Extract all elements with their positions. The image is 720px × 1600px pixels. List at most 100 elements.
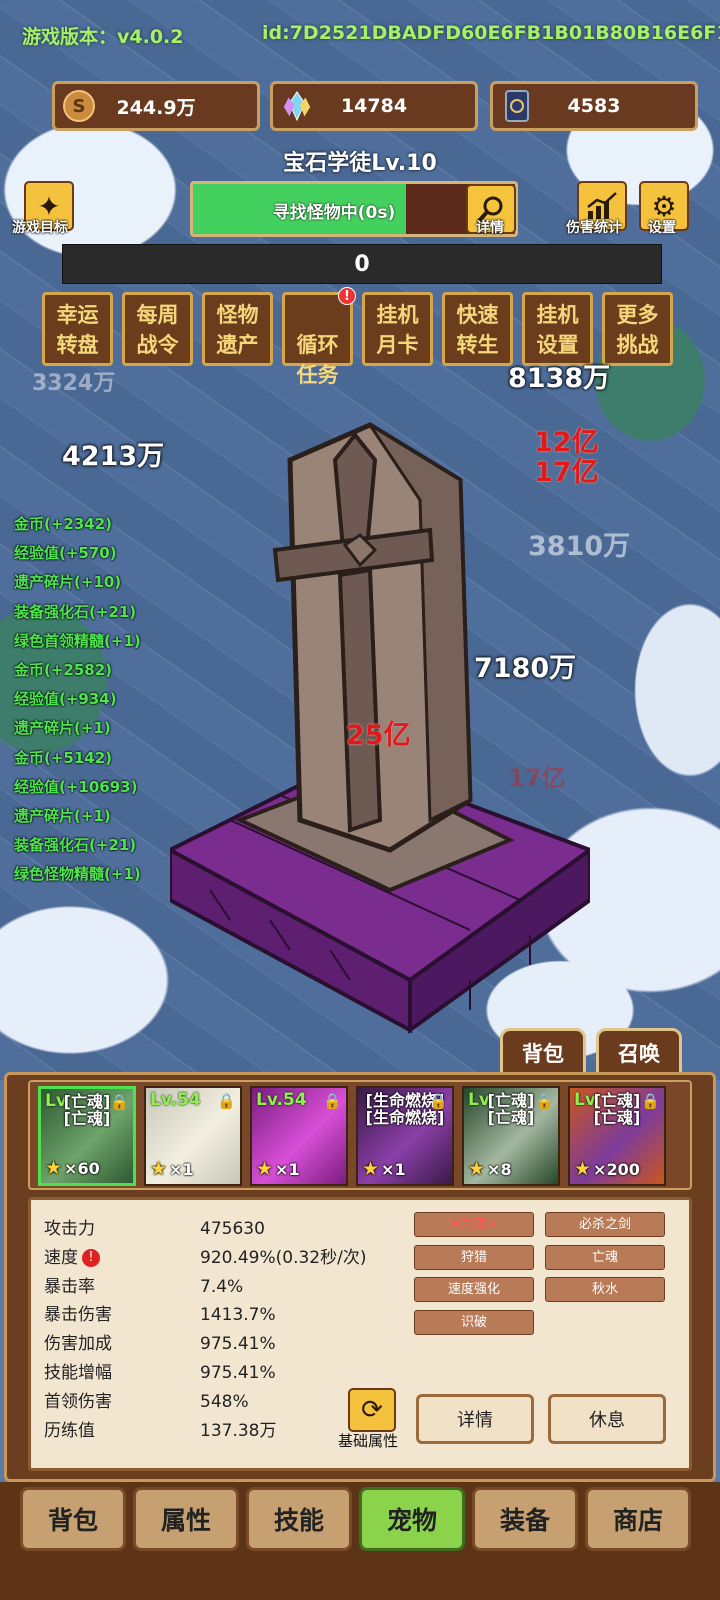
damage-stats-label: 伤害统计 <box>566 220 622 236</box>
stat-label-text: 速度 <box>44 1247 78 1268</box>
pet-level: Lv.54 <box>256 1090 307 1110</box>
card-resource[interactable]: 4583 <box>490 81 698 131</box>
version-label: 游戏版本：v4.0.2 <box>22 26 184 48</box>
pet-card[interactable]: Lv [亡魂] [亡魂] 🔒 ★ ×8 <box>462 1086 560 1186</box>
loot-entry: 遗产碎片(+1) <box>14 806 111 825</box>
star-icon: ★ <box>45 1157 63 1179</box>
warning-icon[interactable]: ! <box>82 1248 100 1267</box>
player-id: id:7D2521DBADFD60E6FB1B01B80B16E6F1 <box>262 22 720 44</box>
pet-count-value: ×60 <box>64 1158 100 1178</box>
stat-value: 548% <box>200 1391 249 1412</box>
stat-value: 137.38万 <box>200 1420 277 1441</box>
stat-label-text: 伤害加成 <box>44 1334 112 1355</box>
panel-tab-bag[interactable]: 背包 <box>500 1028 586 1078</box>
lock-icon: 🔒 <box>429 1092 448 1110</box>
stat-label: 技能增幅 <box>44 1359 112 1387</box>
lock-icon: 🔒 <box>217 1092 236 1110</box>
loot-entry: 遗产碎片(+1) <box>14 719 111 738</box>
menu-more-challenges[interactable]: 更多 挑战 <box>602 292 673 366</box>
star-icon: ★ <box>468 1158 486 1180</box>
pet-card[interactable]: [生命燃烧] [生命燃烧] 🔒 ★ ×1 <box>356 1086 454 1186</box>
stat-label: 速度! <box>44 1244 100 1272</box>
pet-card[interactable]: Lv [亡魂] [亡魂] 🔒 ★ ×200 <box>568 1086 666 1186</box>
menu-monster-legacy[interactable]: 怪物 遗产 <box>202 292 273 366</box>
detail-button[interactable]: 详情 <box>416 1394 534 1444</box>
stat-label-text: 历练值 <box>44 1420 95 1441</box>
nav-tab[interactable]: 商店 <box>585 1487 691 1551</box>
search-status: 寻找怪物中(0s) <box>272 203 396 223</box>
lock-icon: 🔒 <box>535 1092 554 1110</box>
skill-tag[interactable]: 识破 <box>414 1309 534 1335</box>
loot-entry: 金币(+2342) <box>14 515 113 533</box>
crystal-resource[interactable]: 14784 <box>270 81 478 131</box>
crit-damage-number: 25亿 <box>346 720 411 751</box>
pet-count-value: ×1 <box>275 1159 300 1179</box>
alert-badge-icon: ! <box>338 287 356 305</box>
stat-label-text: 暴击率 <box>44 1276 95 1297</box>
skill-tag[interactable]: 亡魂 <box>545 1244 665 1270</box>
stat-label: 攻击力 <box>44 1215 95 1243</box>
loot-entry: 绿色首领精髓(+1) <box>14 631 141 650</box>
nav-tab[interactable]: 装备 <box>472 1487 578 1551</box>
crystal-value: 14784 <box>340 95 408 117</box>
menu-idle-settings[interactable]: 挂机 设置 <box>522 292 593 366</box>
nav-tab[interactable]: 属性 <box>133 1487 239 1551</box>
damage-number-faint: 3324万 <box>32 371 116 396</box>
gold-resource[interactable]: S 244.9万 <box>52 81 260 131</box>
pet-count: ★ ×1 <box>256 1158 300 1180</box>
stat-label: 首领伤害 <box>44 1388 112 1416</box>
stat-value: 975.41% <box>200 1334 276 1355</box>
stat-value: 975.41% <box>200 1363 276 1383</box>
stat-label-text: 暴击伤害 <box>44 1305 112 1326</box>
skill-tag[interactable]: ※武魂+ <box>414 1212 534 1237</box>
damage-number: 4213万 <box>62 441 165 472</box>
loot-entry: 经验值(+934) <box>14 690 117 709</box>
pet-card[interactable]: Lv.54 🔒 ★ ×1 <box>250 1086 348 1186</box>
nav-tab[interactable]: 背包 <box>20 1487 126 1551</box>
menu-weekly-pass[interactable]: 每周 战令 <box>122 292 193 366</box>
loot-entry: 经验值(+570) <box>14 544 117 563</box>
pet-count-value: ×200 <box>593 1159 640 1179</box>
stat-value: 920.49%(0.32秒/次) <box>200 1247 367 1268</box>
score-value: 0 <box>354 251 370 277</box>
pet-card[interactable]: Lv.54 🔒 ★ ×1 <box>144 1086 242 1186</box>
pet-count-value: ×1 <box>381 1159 406 1179</box>
menu-idle-monthly-card[interactable]: 挂机 月卡 <box>362 292 433 366</box>
menu-cycle-tasks[interactable]: 循环 任务 ! <box>282 287 356 387</box>
stat-value: 7.4% <box>200 1276 244 1297</box>
star-icon: ★ <box>362 1158 380 1180</box>
panel-tab-summon[interactable]: 召唤 <box>596 1028 682 1078</box>
stat-label: 历练值 <box>44 1417 95 1445</box>
score-bar: 0 <box>62 244 662 284</box>
search-detail-label: 详情 <box>476 220 504 236</box>
skill-tag[interactable]: 必杀之剑 <box>545 1212 665 1237</box>
crit-damage-number: 17亿 <box>508 764 566 792</box>
pet-card[interactable]: Lv [亡魂] [亡魂] 🔒 ★ ×60 <box>38 1086 136 1186</box>
stat-label-text: 技能增幅 <box>44 1363 112 1383</box>
rest-button[interactable]: 休息 <box>548 1394 666 1444</box>
stat-label: 暴击率 <box>44 1273 95 1301</box>
stat-label-text: 攻击力 <box>44 1219 95 1239</box>
skill-tag[interactable]: 狩猎 <box>414 1244 534 1270</box>
loot-entry: 装备强化石(+21) <box>14 602 137 621</box>
skill-tag[interactable]: 秋水 <box>545 1277 665 1302</box>
pet-count: ★ ×200 <box>574 1158 640 1180</box>
loot-entry: 装备强化石(+21) <box>14 836 137 855</box>
loot-log: 金币(+2342) 经验值(+570) 遗产碎片(+10) 装备强化石(+21) 绿色首… <box>14 510 141 889</box>
menu-lucky-wheel[interactable]: 幸运 转盘 <box>42 292 113 366</box>
crystal-icon <box>281 90 313 122</box>
game-goals-label: 游戏目标 <box>12 220 68 236</box>
skill-tag[interactable]: 速度强化 <box>414 1277 534 1302</box>
lock-icon: 🔒 <box>641 1092 660 1110</box>
base-attributes-button[interactable]: ⟳ <box>348 1388 396 1432</box>
menu-quick-rebirth[interactable]: 快速 转生 <box>442 292 513 366</box>
loot-entry: 遗产碎片(+10) <box>14 573 122 592</box>
loot-entry: 经验值(+10693) <box>14 777 138 796</box>
card-value: 4583 <box>567 95 621 117</box>
nav-tab[interactable]: 宠物 <box>359 1487 465 1551</box>
damage-number: 8138万 <box>508 363 611 394</box>
coin-icon: S <box>63 90 95 122</box>
pet-count: ★ ×60 <box>45 1157 100 1179</box>
loot-entry: 绿色怪物精髓(+1) <box>14 865 141 884</box>
nav-tab[interactable]: 技能 <box>246 1487 352 1551</box>
